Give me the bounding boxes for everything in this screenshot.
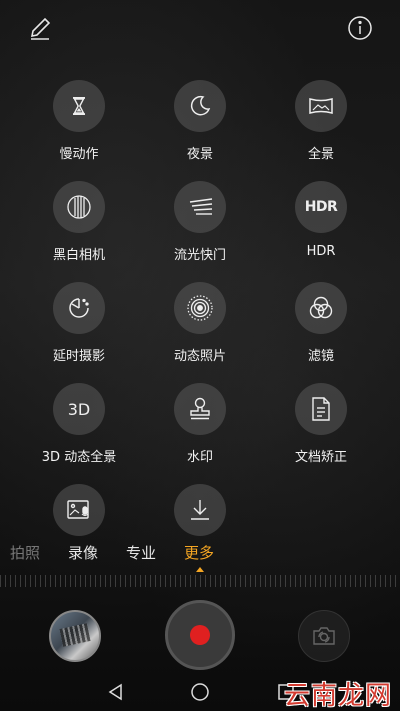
mode-label: 动态照片 — [173, 349, 226, 364]
stamp-icon — [174, 383, 226, 435]
info-icon[interactable] — [344, 12, 376, 44]
shutter-row — [0, 598, 400, 670]
mode-label: 水印 — [186, 450, 213, 465]
mode-monochrome[interactable]: 黑白相机 — [24, 181, 134, 263]
mode-document-correction[interactable]: 文档矫正 — [266, 383, 376, 465]
mode-audio-note[interactable] — [24, 484, 134, 536]
mode-label: 慢动作 — [59, 147, 99, 162]
mode-label: 延时摄影 — [52, 349, 105, 364]
top-bar — [0, 0, 400, 56]
mode-download[interactable] — [145, 484, 255, 536]
mode-tabs: 拍照 录像 专业 更多 — [0, 542, 400, 570]
mode-watermark[interactable]: 水印 — [145, 383, 255, 465]
gallery-thumbnail[interactable] — [49, 610, 101, 662]
mode-light-painting[interactable]: 流光快门 — [145, 181, 255, 263]
site-watermark: 云南龙网 — [283, 681, 392, 711]
download-icon — [174, 484, 226, 536]
mode-moving-picture[interactable]: 动态照片 — [145, 282, 255, 364]
moon-icon — [174, 80, 226, 132]
panorama-icon — [295, 80, 347, 132]
mode-timelapse[interactable]: 延时摄影 — [24, 282, 134, 364]
mode-hdr[interactable]: HDR HDR — [266, 181, 376, 259]
mode-label: 夜景 — [186, 147, 213, 162]
record-dot-icon — [190, 625, 210, 645]
mode-3d-panorama[interactable]: 3D 3D 动态全景 — [24, 383, 134, 465]
record-shutter-button[interactable] — [165, 600, 235, 670]
mode-label: 流光快门 — [173, 248, 226, 263]
monochrome-lens-icon — [53, 181, 105, 233]
mode-panorama[interactable]: 全景 — [266, 80, 376, 162]
tab-photo[interactable]: 拍照 — [10, 542, 40, 563]
light-streak-icon — [174, 181, 226, 233]
tab-video[interactable]: 录像 — [68, 542, 98, 563]
active-tab-indicator — [196, 567, 204, 572]
mode-label: 文档矫正 — [294, 450, 347, 465]
mode-label: 全景 — [307, 147, 334, 162]
moving-picture-icon — [174, 282, 226, 334]
tab-more[interactable]: 更多 — [184, 542, 214, 563]
hdr-icon-text: HDR — [304, 199, 338, 215]
tab-pro[interactable]: 专业 — [126, 542, 156, 563]
3d-icon-text: 3D — [67, 399, 91, 419]
mode-label: HDR — [306, 244, 336, 259]
mode-filter[interactable]: 滤镜 — [266, 282, 376, 364]
home-circle-icon[interactable] — [188, 680, 212, 704]
switch-camera-icon[interactable] — [298, 610, 350, 662]
mode-scroll-ruler[interactable] — [0, 575, 400, 587]
mode-label: 3D 动态全景 — [41, 450, 117, 465]
back-triangle-icon[interactable] — [104, 680, 128, 704]
3d-icon: 3D — [53, 383, 105, 435]
pencil-icon[interactable] — [24, 12, 56, 44]
filter-icon — [295, 282, 347, 334]
image-audio-icon — [53, 484, 105, 536]
document-icon — [295, 383, 347, 435]
timelapse-icon — [53, 282, 105, 334]
mode-night[interactable]: 夜景 — [145, 80, 255, 162]
mode-label: 黑白相机 — [52, 248, 105, 263]
mode-slow-motion[interactable]: 慢动作 — [24, 80, 134, 162]
hdr-icon: HDR — [295, 181, 347, 233]
hourglass-icon — [53, 80, 105, 132]
mode-label: 滤镜 — [307, 349, 334, 364]
